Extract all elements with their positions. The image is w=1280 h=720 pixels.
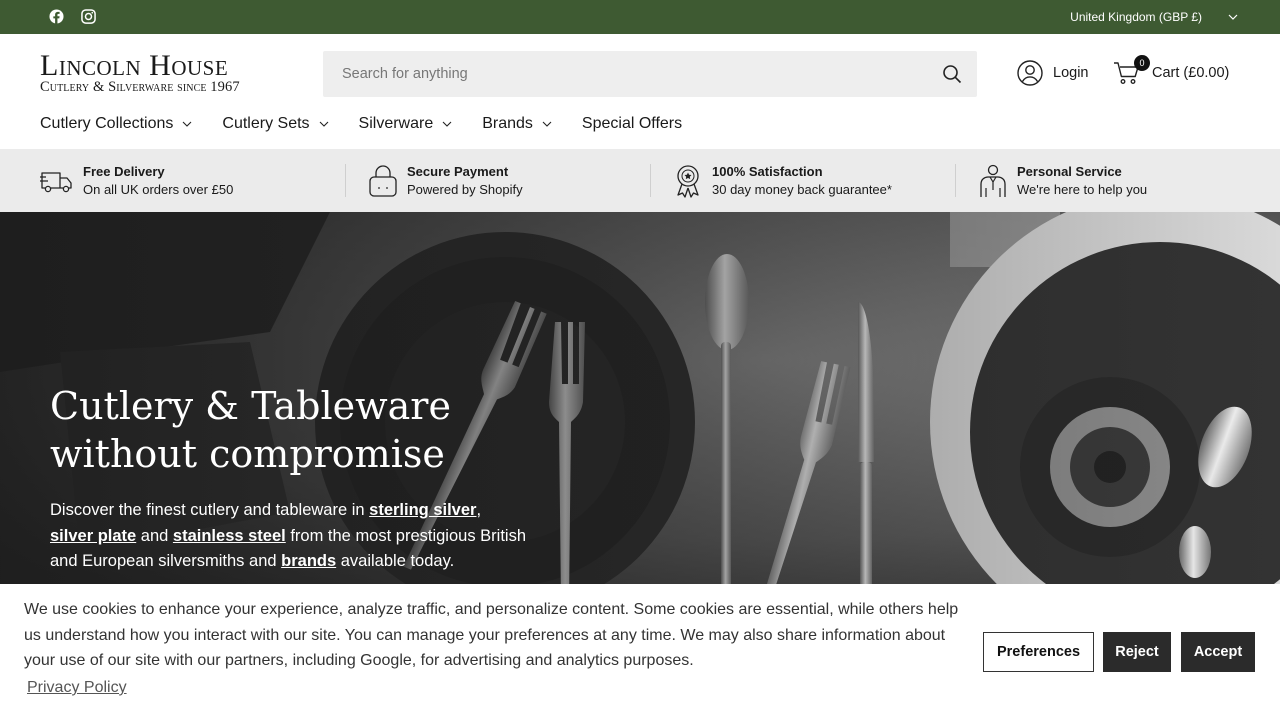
nav-item-special-offers[interactable]: Special Offers [582,114,682,134]
search-input[interactable] [323,51,923,97]
nav-item-cutlery-collections[interactable]: Cutlery Collections [40,114,193,134]
search-bar [323,51,977,97]
benefit-subtitle: 30 day money back guarantee* [712,181,892,197]
hero-desc-text: available today. [336,552,455,570]
region-selector[interactable]: United Kingdom (GBP £) [1070,0,1240,34]
login-label: Login [1053,65,1089,81]
silver-plate-link[interactable]: silver plate [50,527,136,545]
chevron-down-icon [442,121,452,127]
login-link[interactable]: Login [1017,60,1088,86]
benefit-satisfaction: 100% Satisfaction 30 day money back guar… [650,149,892,212]
hero-banner: Cutlery & Tableware without compromise D… [0,212,1280,584]
hero-description: Discover the finest cutlery and tablewar… [50,498,550,575]
award-rosette-icon [677,164,699,198]
benefit-text: 100% Satisfaction 30 day money back guar… [712,163,892,199]
nav-item-label: Cutlery Sets [222,115,310,132]
hero-desc-text: and [136,526,173,545]
delivery-truck-icon [40,171,72,192]
hero-desc-text: , [476,501,482,519]
benefit-text: Free Delivery On all UK orders over £50 [83,163,233,199]
nav-item-label: Special Offers [581,115,683,132]
benefit-secure-payment: Secure Payment Powered by Shopify [345,149,523,212]
cart-link[interactable]: 0 Cart (£0.00) [1113,55,1230,86]
hero-title-line: without compromise [50,432,445,476]
nav-item-label: Silverware [358,115,434,132]
benefit-title: Personal Service [1017,163,1122,179]
privacy-policy-link[interactable]: Privacy Policy [27,679,127,697]
hero-title-line: Cutlery & Tableware [50,384,451,428]
cart-label: Cart (£0.00) [1152,65,1230,81]
user-icon [1017,60,1043,86]
cookie-banner: We use cookies to enhance your experienc… [0,584,1280,720]
search-icon[interactable] [942,64,962,84]
benefit-subtitle: Powered by Shopify [407,181,523,197]
nav-item-silverware[interactable]: Silverware [359,114,454,134]
stainless-steel-link[interactable]: stainless steel [173,527,286,545]
logo-tagline: Cutlery & Silverware since 1967 [40,79,240,95]
social-links [49,9,96,24]
nav-item-brands[interactable]: Brands [482,114,553,134]
benefit-subtitle: On all UK orders over £50 [83,181,234,197]
hero-desc-text: Discover the finest cutlery and tablewar… [50,501,370,519]
cart-icon-wrap: 0 [1113,55,1150,86]
facebook-icon[interactable] [49,9,64,24]
top-bar: United Kingdom (GBP £) [0,0,1280,34]
benefit-free-delivery: Free Delivery On all UK orders over £50 [40,149,233,212]
cart-count-badge: 0 [1134,55,1150,71]
benefit-title: Free Delivery [83,163,165,179]
chevron-down-icon [542,121,552,127]
instagram-icon[interactable] [81,9,96,24]
nav-item-label: Cutlery Collections [40,115,174,132]
benefit-title: Secure Payment [407,163,509,179]
nav-item-label: Brands [482,115,533,132]
nav-item-cutlery-sets[interactable]: Cutlery Sets [222,114,329,134]
sterling-silver-link[interactable]: sterling silver [369,501,476,519]
logo-title: Lincoln House [40,49,229,82]
chevron-down-icon [1228,14,1238,20]
hero-title: Cutlery & Tableware without compromise [50,382,570,478]
benefit-personal-service: Personal Service We're here to help you [954,149,1147,212]
brands-link[interactable]: brands [281,552,336,570]
benefit-text: Secure Payment Powered by Shopify [407,163,523,199]
preferences-button[interactable]: Preferences [983,632,1094,672]
site-logo[interactable]: Lincoln House Cutlery & Silverware since… [40,49,300,95]
benefit-text: Personal Service We're here to help you [1017,163,1147,199]
accept-button[interactable]: Accept [1181,632,1255,672]
benefit-title: 100% Satisfaction [712,163,823,179]
benefits-strip: Free Delivery On all UK orders over £50 … [0,149,1280,212]
region-label: United Kingdom (GBP £) [1070,10,1202,24]
padlock-icon [369,164,397,197]
benefit-subtitle: We're here to help you [1017,181,1148,197]
chevron-down-icon [183,121,192,127]
cookie-message: We use cookies to enhance your experienc… [24,601,959,669]
main-nav: Cutlery Collections Cutlery Sets Silverw… [40,114,711,134]
chevron-down-icon [319,121,328,127]
reject-button[interactable]: Reject [1103,632,1171,672]
person-service-icon [980,164,1006,197]
